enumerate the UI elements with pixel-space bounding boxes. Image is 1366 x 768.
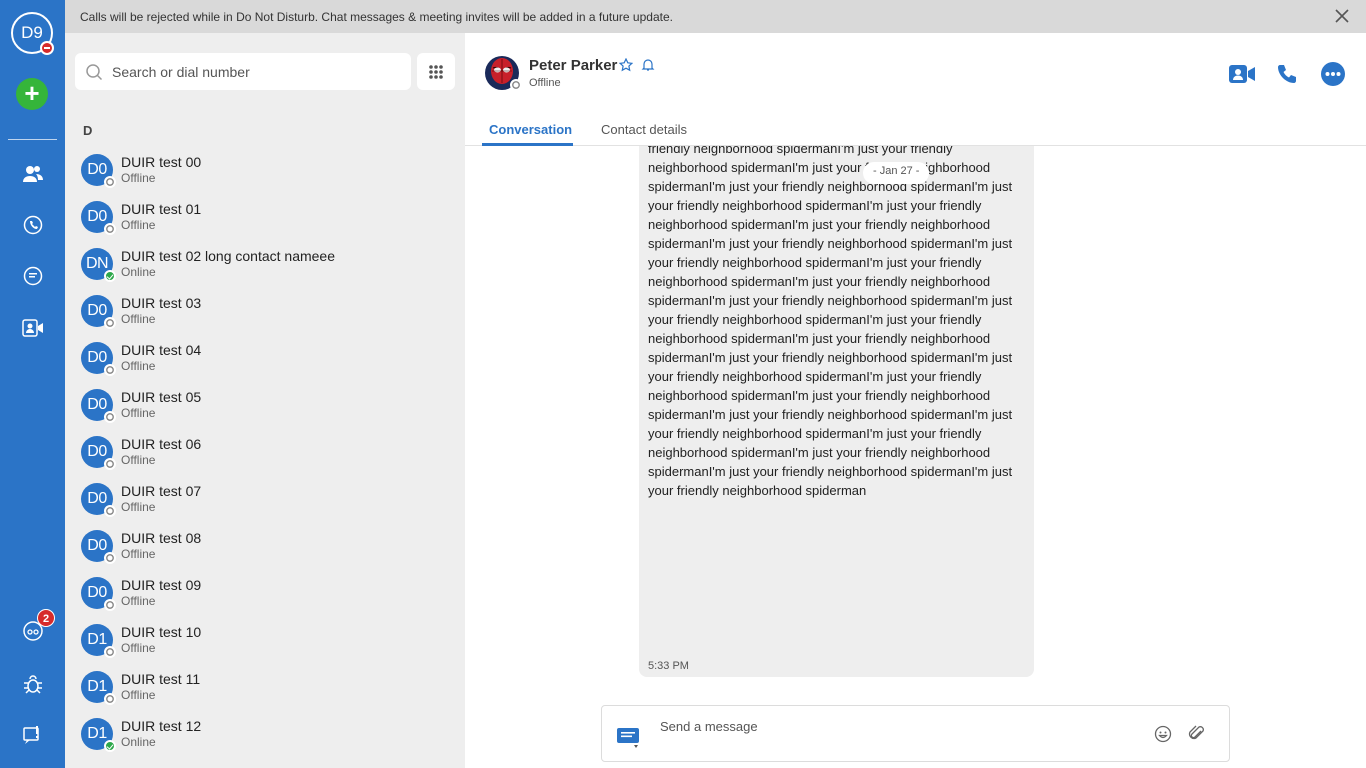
- attachment-icon[interactable]: [1188, 725, 1206, 743]
- more-icon: [1321, 62, 1345, 86]
- contact-status: Offline: [121, 171, 156, 185]
- contacts-nav-icon[interactable]: [20, 161, 46, 187]
- notification-badge: 2: [37, 609, 55, 627]
- offline-status-icon: [104, 364, 116, 376]
- contact-status: Offline: [121, 312, 156, 326]
- contact-status-indicator: [510, 79, 522, 91]
- contact-status: Offline: [121, 406, 156, 420]
- contact-name: Peter Parker: [529, 57, 618, 74]
- contact-status: Offline: [529, 77, 561, 89]
- offline-status-icon: [104, 646, 116, 658]
- contact-row[interactable]: DN DUIR test 02 long contact nameee Online: [65, 241, 465, 288]
- offline-status-icon: [104, 693, 116, 705]
- contact-name: DUIR test 09: [121, 577, 202, 593]
- message-format-icon[interactable]: [616, 726, 642, 750]
- message-composer[interactable]: Send a message: [601, 705, 1230, 762]
- bug-report-icon[interactable]: [20, 671, 46, 697]
- new-action-button[interactable]: +: [16, 78, 48, 110]
- message-text: friendly neighborhood spidermanI'm just …: [648, 146, 1013, 498]
- video-call-icon: [1229, 65, 1255, 83]
- contact-name: DUIR test 05: [121, 389, 202, 405]
- contacts-panel: Search or dial number D D0 DUIR test 00 Of…: [65, 33, 465, 768]
- contact-row[interactable]: D0 DUIR test 08 Offline: [65, 523, 465, 570]
- offline-status-icon: [104, 411, 116, 423]
- contact-list: D0 DUIR test 00 Offline D0 DUIR test 01 Offli…: [65, 147, 465, 758]
- dialpad-icon: [429, 64, 443, 79]
- section-header: D: [83, 123, 93, 138]
- contact-status: Online: [121, 265, 156, 279]
- contact-status: Offline: [121, 641, 156, 655]
- app-window: D9 + 2 Calls will be rejected while in D…: [0, 0, 1366, 768]
- online-status-icon: [104, 740, 116, 752]
- phone-icon: [1278, 65, 1296, 83]
- contact-row[interactable]: D0 DUIR test 07 Offline: [65, 476, 465, 523]
- more-options-button[interactable]: [1319, 61, 1347, 87]
- search-placeholder: Search or dial number: [112, 64, 250, 80]
- contact-name: DUIR test 06: [121, 436, 202, 452]
- message-area[interactable]: friendly neighborhood spidermanI'm just …: [465, 146, 1366, 686]
- contact-name: DUIR test 02 long contact nameee: [121, 248, 336, 264]
- conversation-pane: Peter Parker Offline Conversation Contac…: [465, 33, 1366, 768]
- contact-row[interactable]: D0 DUIR test 00 Offline: [65, 147, 465, 194]
- contact-status: Offline: [121, 688, 156, 702]
- date-separator: - Jan 27 -: [863, 162, 930, 184]
- offline-status-icon: [104, 458, 116, 470]
- contact-status: Offline: [121, 359, 156, 373]
- search-icon: [85, 63, 103, 81]
- dnd-banner: Calls will be rejected while in Do Not D…: [65, 0, 1366, 33]
- voice-call-button[interactable]: [1273, 61, 1301, 87]
- contact-row[interactable]: D0 DUIR test 01 Offline: [65, 194, 465, 241]
- notification-bell-icon[interactable]: [641, 58, 655, 72]
- contact-row[interactable]: D0 DUIR test 06 Offline: [65, 429, 465, 476]
- emoji-icon[interactable]: [1154, 725, 1172, 743]
- contact-name: DUIR test 10: [121, 624, 202, 640]
- close-icon[interactable]: [1334, 8, 1350, 24]
- contact-status: Offline: [121, 218, 156, 232]
- contact-status: Offline: [121, 547, 156, 561]
- contact-status: Offline: [121, 594, 156, 608]
- contact-name: DUIR test 08: [121, 530, 202, 546]
- contact-status: Offline: [121, 453, 156, 467]
- message-time: 5:33 PM: [648, 660, 689, 672]
- contact-row[interactable]: D1 DUIR test 10 Offline: [65, 617, 465, 664]
- contact-name: DUIR test 00: [121, 154, 202, 170]
- calls-nav-icon[interactable]: [20, 212, 46, 238]
- contact-name: DUIR test 11: [121, 671, 201, 687]
- contact-row[interactable]: D1 DUIR test 12 Online: [65, 711, 465, 758]
- rail-divider: [8, 139, 57, 140]
- video-call-button[interactable]: [1228, 61, 1256, 87]
- contact-row[interactable]: D0 DUIR test 03 Offline: [65, 288, 465, 335]
- offline-status-icon: [104, 552, 116, 564]
- nav-rail: D9 + 2: [0, 0, 65, 768]
- chat-nav-icon[interactable]: [20, 263, 46, 289]
- contact-name: DUIR test 07: [121, 483, 202, 499]
- contact-row[interactable]: D0 DUIR test 04 Offline: [65, 335, 465, 382]
- feedback-icon[interactable]: [20, 722, 46, 748]
- offline-status-icon: [104, 599, 116, 611]
- favorite-star-icon[interactable]: [618, 57, 634, 72]
- offline-status-icon: [104, 223, 116, 235]
- contact-status: Offline: [121, 500, 156, 514]
- contact-name: DUIR test 01: [121, 201, 202, 217]
- contact-name: DUIR test 12: [121, 718, 202, 734]
- tab-conversation[interactable]: Conversation: [489, 122, 572, 137]
- dialpad-button[interactable]: [417, 53, 455, 90]
- contact-status: Online: [121, 735, 156, 749]
- offline-status-icon: [104, 176, 116, 188]
- banner-text: Calls will be rejected while in Do Not D…: [80, 10, 673, 24]
- message-bubble[interactable]: friendly neighborhood spidermanI'm just …: [639, 146, 1034, 677]
- offline-status-icon: [104, 505, 116, 517]
- offline-status-icon: [104, 317, 116, 329]
- online-status-icon: [104, 270, 116, 282]
- contact-name: DUIR test 03: [121, 295, 202, 311]
- message-input[interactable]: Send a message: [660, 719, 758, 734]
- search-input[interactable]: Search or dial number: [75, 53, 411, 90]
- dnd-status-icon: [40, 41, 54, 55]
- contact-row[interactable]: D0 DUIR test 05 Offline: [65, 382, 465, 429]
- tab-contact-details[interactable]: Contact details: [601, 122, 687, 137]
- contact-row[interactable]: D1 DUIR test 11 Offline: [65, 664, 465, 711]
- meetings-nav-icon[interactable]: [20, 315, 46, 341]
- contact-row[interactable]: D0 DUIR test 09 Offline: [65, 570, 465, 617]
- contact-name: DUIR test 04: [121, 342, 202, 358]
